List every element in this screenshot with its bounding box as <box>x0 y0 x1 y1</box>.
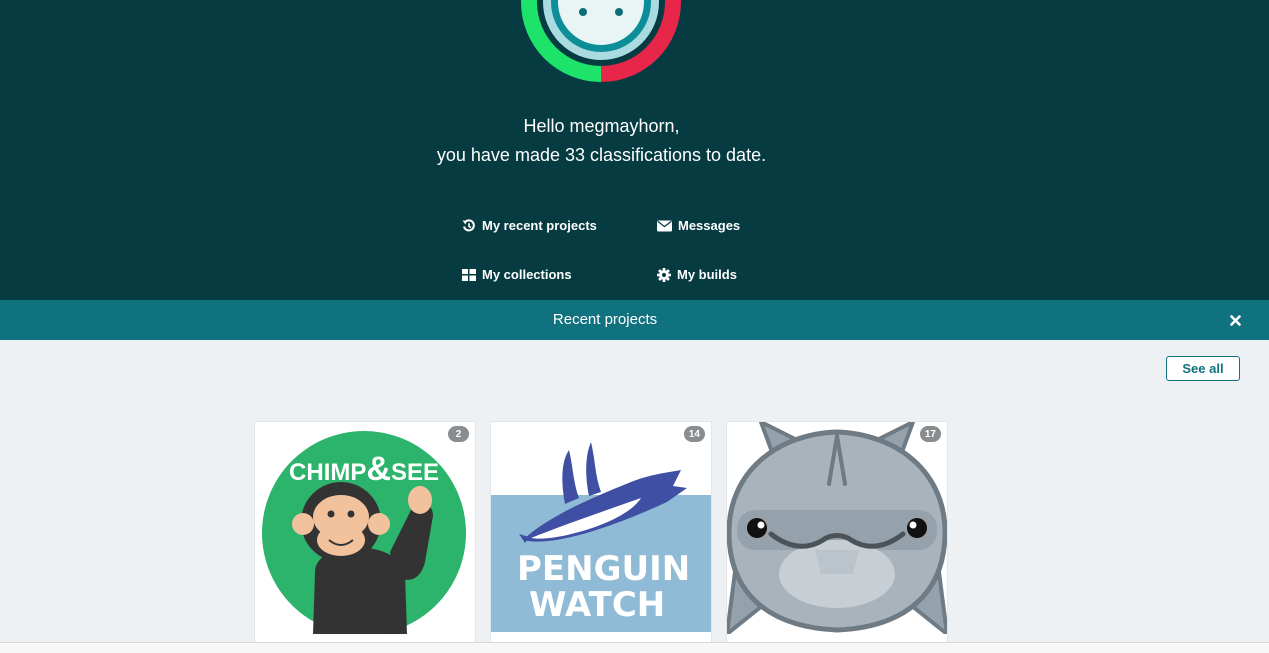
see-all-button[interactable]: See all <box>1166 356 1240 381</box>
dolphin-logo <box>727 422 947 634</box>
bottom-strip <box>0 642 1269 653</box>
recent-projects-bar: Recent projects <box>0 300 1269 340</box>
classification-count-badge: 14 <box>683 426 705 442</box>
messages-label: Messages <box>678 218 741 233</box>
penguin-watch-text-1: PENGUIN <box>517 549 690 589</box>
my-recent-projects-link[interactable]: My recent projects <box>462 218 597 233</box>
my-recent-projects-label: My recent projects <box>482 218 597 233</box>
avatar <box>521 0 681 82</box>
project-card-dolphin[interactable]: 17 <box>726 421 948 653</box>
greeting-line-1: Hello megmayhorn, <box>523 116 680 136</box>
chimp-and-see-logo: CHIMP&SEE www.ChimpandSee.org <box>262 431 466 634</box>
history-icon <box>462 218 475 231</box>
close-recent-projects-button[interactable] <box>1226 311 1244 329</box>
penguin-watch-text-2: WATCH <box>529 585 665 625</box>
my-builds-link[interactable]: My builds <box>657 267 737 282</box>
recent-projects-title: Recent projects <box>552 311 658 328</box>
envelope-icon <box>657 220 672 231</box>
grid-icon <box>462 268 476 281</box>
my-collections-label: My collections <box>482 267 572 282</box>
project-card-penguin-watch[interactable]: PENGUIN WATCH 14 <box>490 421 712 653</box>
penguin-watch-logo: PENGUIN WATCH <box>491 422 711 634</box>
project-card-chimp-and-see[interactable]: CHIMP&SEE www.ChimpandSee.org 2 <box>254 421 476 653</box>
greeting-line-2: you have made 33 classifications to date… <box>436 145 767 165</box>
greeting: Hello megmayhorn, you have made 33 class… <box>0 112 1203 170</box>
classification-count-badge: 17 <box>919 426 941 442</box>
classification-count-badge: 2 <box>448 426 469 442</box>
profile-hero: Hello megmayhorn, you have made 33 class… <box>0 0 1269 300</box>
my-builds-label: My builds <box>677 267 737 282</box>
my-collections-link[interactable]: My collections <box>462 267 572 282</box>
close-icon <box>1229 314 1241 326</box>
messages-link[interactable]: Messages <box>657 218 740 233</box>
gear-icon <box>657 267 671 282</box>
